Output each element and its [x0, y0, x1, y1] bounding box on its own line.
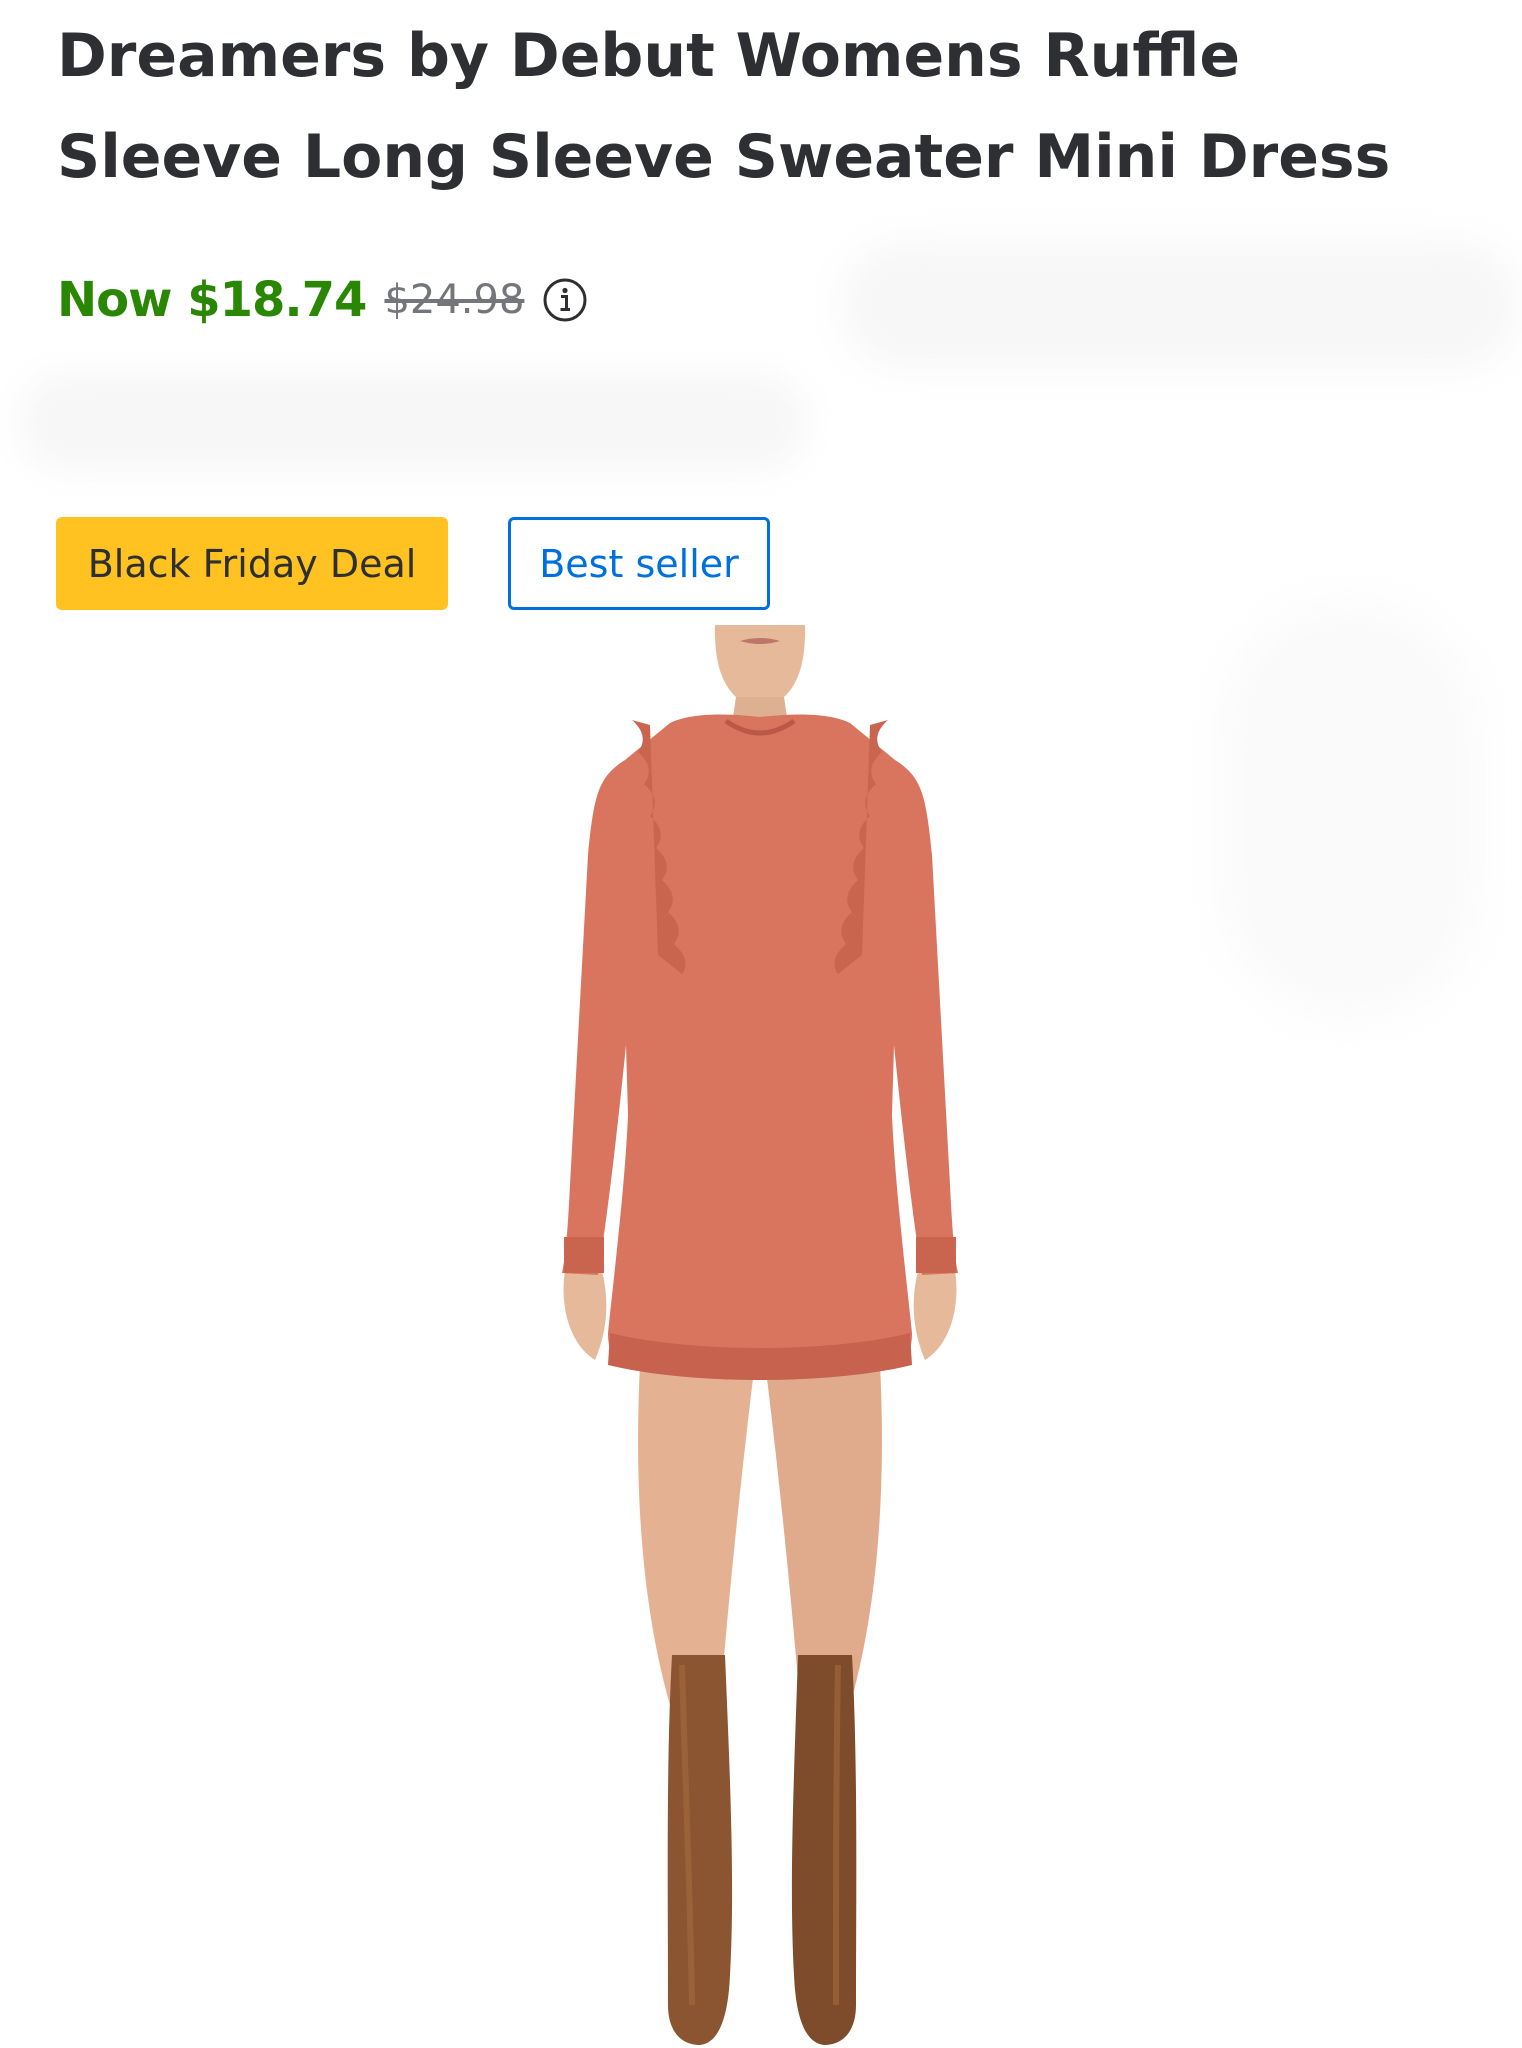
info-circle-icon[interactable] — [542, 277, 588, 323]
price-row: Now $18.74 $24.98 — [57, 268, 588, 332]
original-price: $24.98 — [384, 277, 525, 323]
product-title: Dreamers by Debut Womens Ruffle Sleeve L… — [57, 21, 1391, 192]
badge-label: Black Friday Deal — [87, 541, 417, 586]
black-friday-deal-badge: Black Friday Deal — [56, 517, 448, 610]
current-price: Now $18.74 — [57, 272, 367, 328]
badge-label: Best seller — [539, 541, 739, 586]
product-image[interactable] — [540, 625, 980, 2048]
blurred-region — [840, 240, 1520, 370]
best-seller-badge: Best seller — [508, 517, 770, 610]
blurred-region — [18, 372, 808, 472]
blurred-region — [1220, 600, 1480, 1020]
